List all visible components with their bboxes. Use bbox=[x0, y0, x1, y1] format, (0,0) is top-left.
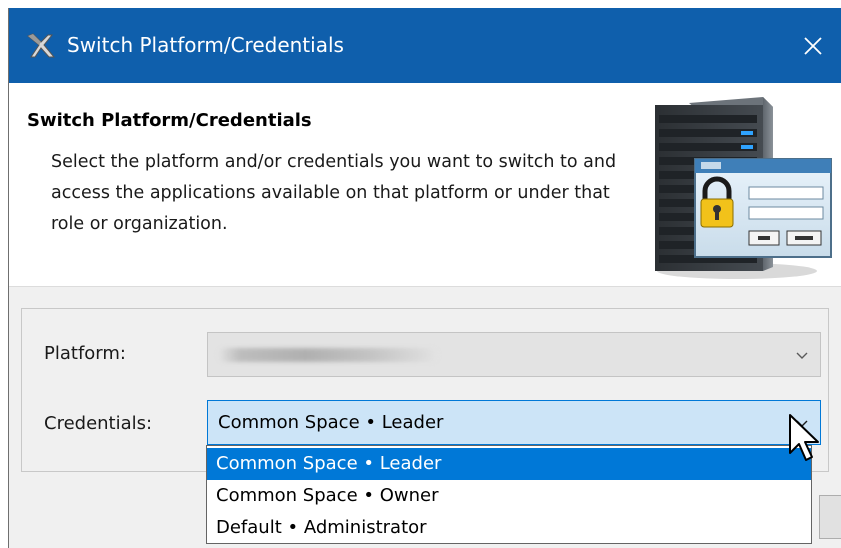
platform-select[interactable] bbox=[207, 332, 821, 377]
credentials-dropdown-list: Common Space • Leader Common Space • Own… bbox=[206, 445, 812, 544]
close-icon bbox=[804, 36, 822, 55]
dropdown-option[interactable]: Default • Administrator bbox=[207, 512, 811, 544]
platform-label: Platform: bbox=[44, 343, 126, 364]
partially-hidden-button[interactable] bbox=[819, 495, 841, 539]
server-login-icon bbox=[655, 97, 832, 279]
header-banner: Switch Platform/Credentials Select the p… bbox=[9, 83, 841, 287]
title-bar: Switch Platform/Credentials bbox=[9, 8, 841, 83]
banner-description: Select the platform and/or credentials y… bbox=[51, 152, 617, 234]
dropdown-option[interactable]: Common Space • Owner bbox=[207, 480, 811, 512]
dropdown-option[interactable]: Common Space • Leader bbox=[207, 448, 811, 480]
no-magic-logo-icon bbox=[27, 33, 56, 58]
mouse-pointer-icon bbox=[789, 414, 819, 461]
credentials-select[interactable]: Common Space • Leader bbox=[207, 400, 821, 445]
window-title: Switch Platform/Credentials bbox=[67, 33, 344, 57]
chevron-down-icon bbox=[796, 352, 808, 359]
credentials-label: Credentials: bbox=[44, 413, 153, 434]
credentials-value: Common Space • Leader bbox=[218, 412, 444, 433]
banner-heading: Switch Platform/Credentials bbox=[27, 110, 312, 131]
close-button[interactable] bbox=[785, 8, 841, 83]
platform-value-redacted bbox=[218, 348, 438, 362]
